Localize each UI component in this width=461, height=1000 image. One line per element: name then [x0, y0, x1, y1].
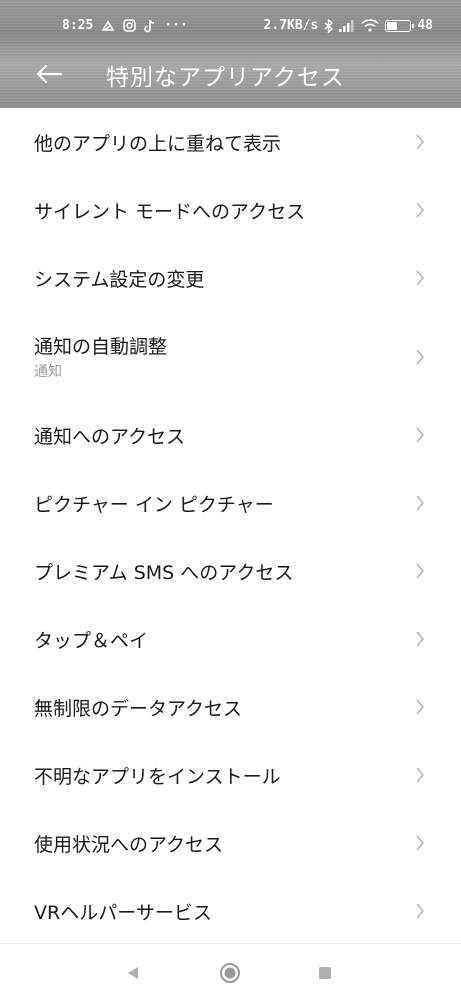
item-label: サイレント モードへのアクセス: [34, 200, 306, 223]
item-label: 通知の自動調整: [34, 336, 168, 358]
item-text: 無制限のデータアクセス: [34, 694, 401, 721]
list-item-vr-helper-services[interactable]: VRヘルパーサービス: [0, 877, 461, 945]
page-title: 特別なアプリアクセス: [106, 65, 345, 91]
item-label: タップ＆ペイ: [34, 629, 149, 652]
item-text: 使用状況へのアクセス: [34, 830, 401, 857]
chevron-right-icon: [416, 270, 425, 286]
item-text: 通知へのアクセス: [34, 422, 401, 449]
item-label: ピクチャー イン ピクチャー: [34, 493, 274, 516]
item-label: 不明なアプリをインストール: [34, 765, 281, 788]
chevron-right-icon: [416, 348, 425, 365]
title-row: 特別なアプリアクセス: [0, 52, 461, 96]
chevron-right-icon: [416, 495, 425, 511]
status-left: 8:25 ···: [62, 18, 188, 33]
chevron-right-icon: [416, 134, 425, 150]
item-label: プレミアム SMS へのアクセス: [34, 561, 294, 584]
back-button[interactable]: [32, 60, 66, 88]
item-subtitle: 通知: [34, 364, 62, 380]
chevron-right-icon: [416, 427, 425, 443]
notification-icon: [101, 19, 115, 33]
status-bar: 8:25 ··· 2.7KB/s 48: [0, 0, 461, 52]
list-item-do-not-disturb-access[interactable]: サイレント モードへのアクセス: [0, 176, 461, 244]
status-right: 2.7KB/s 48: [264, 18, 433, 33]
chevron-right-icon: [416, 835, 425, 851]
list-item-adaptive-notifications[interactable]: 通知の自動調整 通知: [0, 312, 461, 401]
battery-icon: [385, 19, 415, 32]
home-icon: [220, 963, 240, 983]
chevron-right-icon: [416, 903, 425, 919]
item-text: ピクチャー イン ピクチャー: [34, 490, 401, 517]
list-item-install-unknown-apps[interactable]: 不明なアプリをインストール: [0, 741, 461, 809]
bluetooth-icon: [324, 18, 334, 33]
item-text: サイレント モードへのアクセス: [34, 197, 401, 224]
nav-home-button[interactable]: [215, 958, 245, 988]
list-item-modify-system-settings[interactable]: システム設定の変更: [0, 244, 461, 312]
list-item-premium-sms-access[interactable]: プレミアム SMS へのアクセス: [0, 537, 461, 605]
back-icon: [128, 967, 138, 979]
battery-percent: 48: [417, 18, 433, 33]
instagram-icon: [123, 19, 137, 32]
list-item-display-over-other-apps[interactable]: 他のアプリの上に重ねて表示: [0, 108, 461, 176]
more-icon: ···: [164, 18, 188, 33]
item-text: システム設定の変更: [34, 265, 401, 292]
battery-fill: [387, 21, 397, 30]
list-item-tap-and-pay[interactable]: タップ＆ペイ: [0, 605, 461, 673]
item-label: 通知へのアクセス: [34, 425, 186, 448]
list-item-picture-in-picture[interactable]: ピクチャー イン ピクチャー: [0, 469, 461, 537]
item-text: プレミアム SMS へのアクセス: [34, 558, 401, 585]
chevron-right-icon: [416, 202, 425, 218]
list-item-unrestricted-data[interactable]: 無制限のデータアクセス: [0, 673, 461, 741]
item-label: システム設定の変更: [34, 268, 205, 291]
item-label: 使用状況へのアクセス: [34, 833, 224, 856]
tiktok-icon: [144, 19, 156, 33]
chevron-right-icon: [416, 631, 425, 647]
chevron-right-icon: [416, 699, 425, 715]
nav-back-button[interactable]: [118, 958, 148, 988]
item-text: VRヘルパーサービス: [34, 898, 401, 925]
list-item-usage-access[interactable]: 使用状況へのアクセス: [0, 809, 461, 877]
item-label: 他のアプリの上に重ねて表示: [34, 132, 282, 155]
system-navigation-bar: [0, 943, 461, 1000]
list-item-notification-access[interactable]: 通知へのアクセス: [0, 401, 461, 469]
back-arrow-icon: [36, 64, 62, 84]
signal-icon: [339, 19, 355, 32]
item-text: 不明なアプリをインストール: [34, 762, 401, 789]
status-time: 8:25: [62, 18, 94, 33]
app-bar: 8:25 ··· 2.7KB/s 48 特別なアプリアクセス: [0, 0, 461, 108]
wifi-icon: [361, 19, 379, 32]
recents-icon: [319, 967, 331, 979]
item-label: VRヘルパーサービス: [34, 901, 212, 924]
settings-list: 他のアプリの上に重ねて表示 サイレント モードへのアクセス システム設定の変更 …: [0, 108, 461, 945]
item-text: タップ＆ペイ: [34, 626, 401, 653]
chevron-right-icon: [416, 767, 425, 783]
network-speed: 2.7KB/s: [263, 18, 319, 33]
item-text: 他のアプリの上に重ねて表示: [34, 129, 401, 156]
nav-recents-button[interactable]: [310, 958, 340, 988]
chevron-right-icon: [416, 563, 425, 579]
item-text: 通知の自動調整 通知: [34, 332, 401, 381]
item-label: 無制限のデータアクセス: [34, 697, 243, 720]
